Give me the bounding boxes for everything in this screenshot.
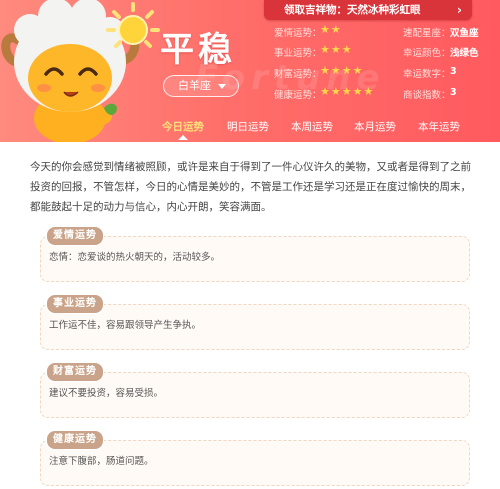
star-rating: ★★★★★ — [320, 85, 375, 98]
chevron-right-icon: › — [457, 3, 462, 17]
tab-this-month[interactable]: 本月运势 — [354, 118, 396, 140]
tab-tomorrow[interactable]: 明日运势 — [227, 118, 269, 140]
section-badge: 事业运势 — [47, 295, 103, 313]
tab-today[interactable]: 今日运势 — [162, 118, 204, 140]
stat-value-secondary: 浅绿色 — [450, 48, 479, 59]
stat-row-wealth: 财富运势： ★★★★ 幸运数字： 3 — [274, 64, 494, 80]
stat-label-secondary: 幸运颜色： — [403, 48, 451, 59]
zodiac-sign-dropdown[interactable]: 白羊座 — [163, 75, 239, 97]
sun-icon — [106, 2, 160, 48]
section-text: 注意下腹部，肠道问题。 — [49, 456, 154, 467]
stat-label: 财富运势： — [274, 69, 322, 80]
stat-label-secondary: 商谈指数： — [403, 90, 451, 101]
stat-value-secondary: 3 — [450, 87, 457, 98]
stat-value-secondary: 双鱼座 — [450, 28, 479, 39]
section-card-wealth: 财富运势 建议不要投资，容易受损。 — [40, 363, 470, 418]
section-card-health: 健康运势 注意下腹部，肠道问题。 — [40, 431, 470, 486]
tab-this-year[interactable]: 本年运势 — [418, 118, 460, 140]
star-rating: ★★★★ — [320, 64, 364, 77]
stat-row-career: 事业运势： ★★★ 幸运颜色： 浅绿色 — [274, 43, 494, 59]
stat-label: 健康运势： — [274, 90, 322, 101]
zodiac-sign-label: 白羊座 — [178, 79, 211, 92]
tab-this-week[interactable]: 本周运势 — [291, 118, 333, 140]
section-card-love: 爱情运势 恋情：恋爱谈的热火朝天的，活动较多。 — [40, 227, 470, 282]
chevron-down-icon — [218, 84, 226, 89]
section-card-career: 事业运势 工作运不佳，容易跟领导产生争执。 — [40, 295, 470, 350]
stat-label-secondary: 幸运数字： — [403, 69, 451, 80]
stat-label: 爱情运势： — [274, 28, 322, 39]
stat-label: 事业运势： — [274, 48, 322, 59]
star-rating: ★★★ — [320, 43, 353, 56]
stat-label-secondary: 速配星座： — [403, 28, 451, 39]
section-badge: 财富运势 — [47, 363, 103, 381]
star-rating: ★★ — [320, 23, 342, 36]
section-text: 建议不要投资，容易受损。 — [49, 388, 164, 399]
promo-label: 领取吉祥物：天然冰种彩虹眼 — [284, 4, 421, 16]
section-badge: 爱情运势 — [47, 227, 103, 245]
fortune-summary: 今天的你会感觉到情绪被照顾，或许是来自于得到了一件心仪许久的美物，又或者是得到了… — [30, 161, 471, 213]
section-badge: 健康运势 — [47, 431, 103, 449]
stat-row-love: 爱情运势： ★★ 速配星座： 双鱼座 — [274, 23, 494, 39]
stat-row-health: 健康运势： ★★★★★ 商谈指数： 3 — [274, 85, 494, 101]
fortune-header: Fortune 平稳 白羊座 领取吉祥物：天然冰种彩虹眼 › 爱情运势： ★★ … — [0, 0, 500, 142]
period-tabs: 今日运势 明日运势 本周运势 本月运势 本年运势 — [150, 118, 500, 142]
section-text: 工作运不佳，容易跟领导产生争执。 — [49, 320, 202, 331]
section-text: 恋情：恋爱谈的热火朝天的，活动较多。 — [49, 252, 221, 263]
mascot-promo-banner[interactable]: 领取吉祥物：天然冰种彩虹眼 › — [264, 0, 472, 20]
fortune-level-title: 平稳 — [160, 30, 236, 70]
stat-value-secondary: 3 — [450, 66, 457, 77]
